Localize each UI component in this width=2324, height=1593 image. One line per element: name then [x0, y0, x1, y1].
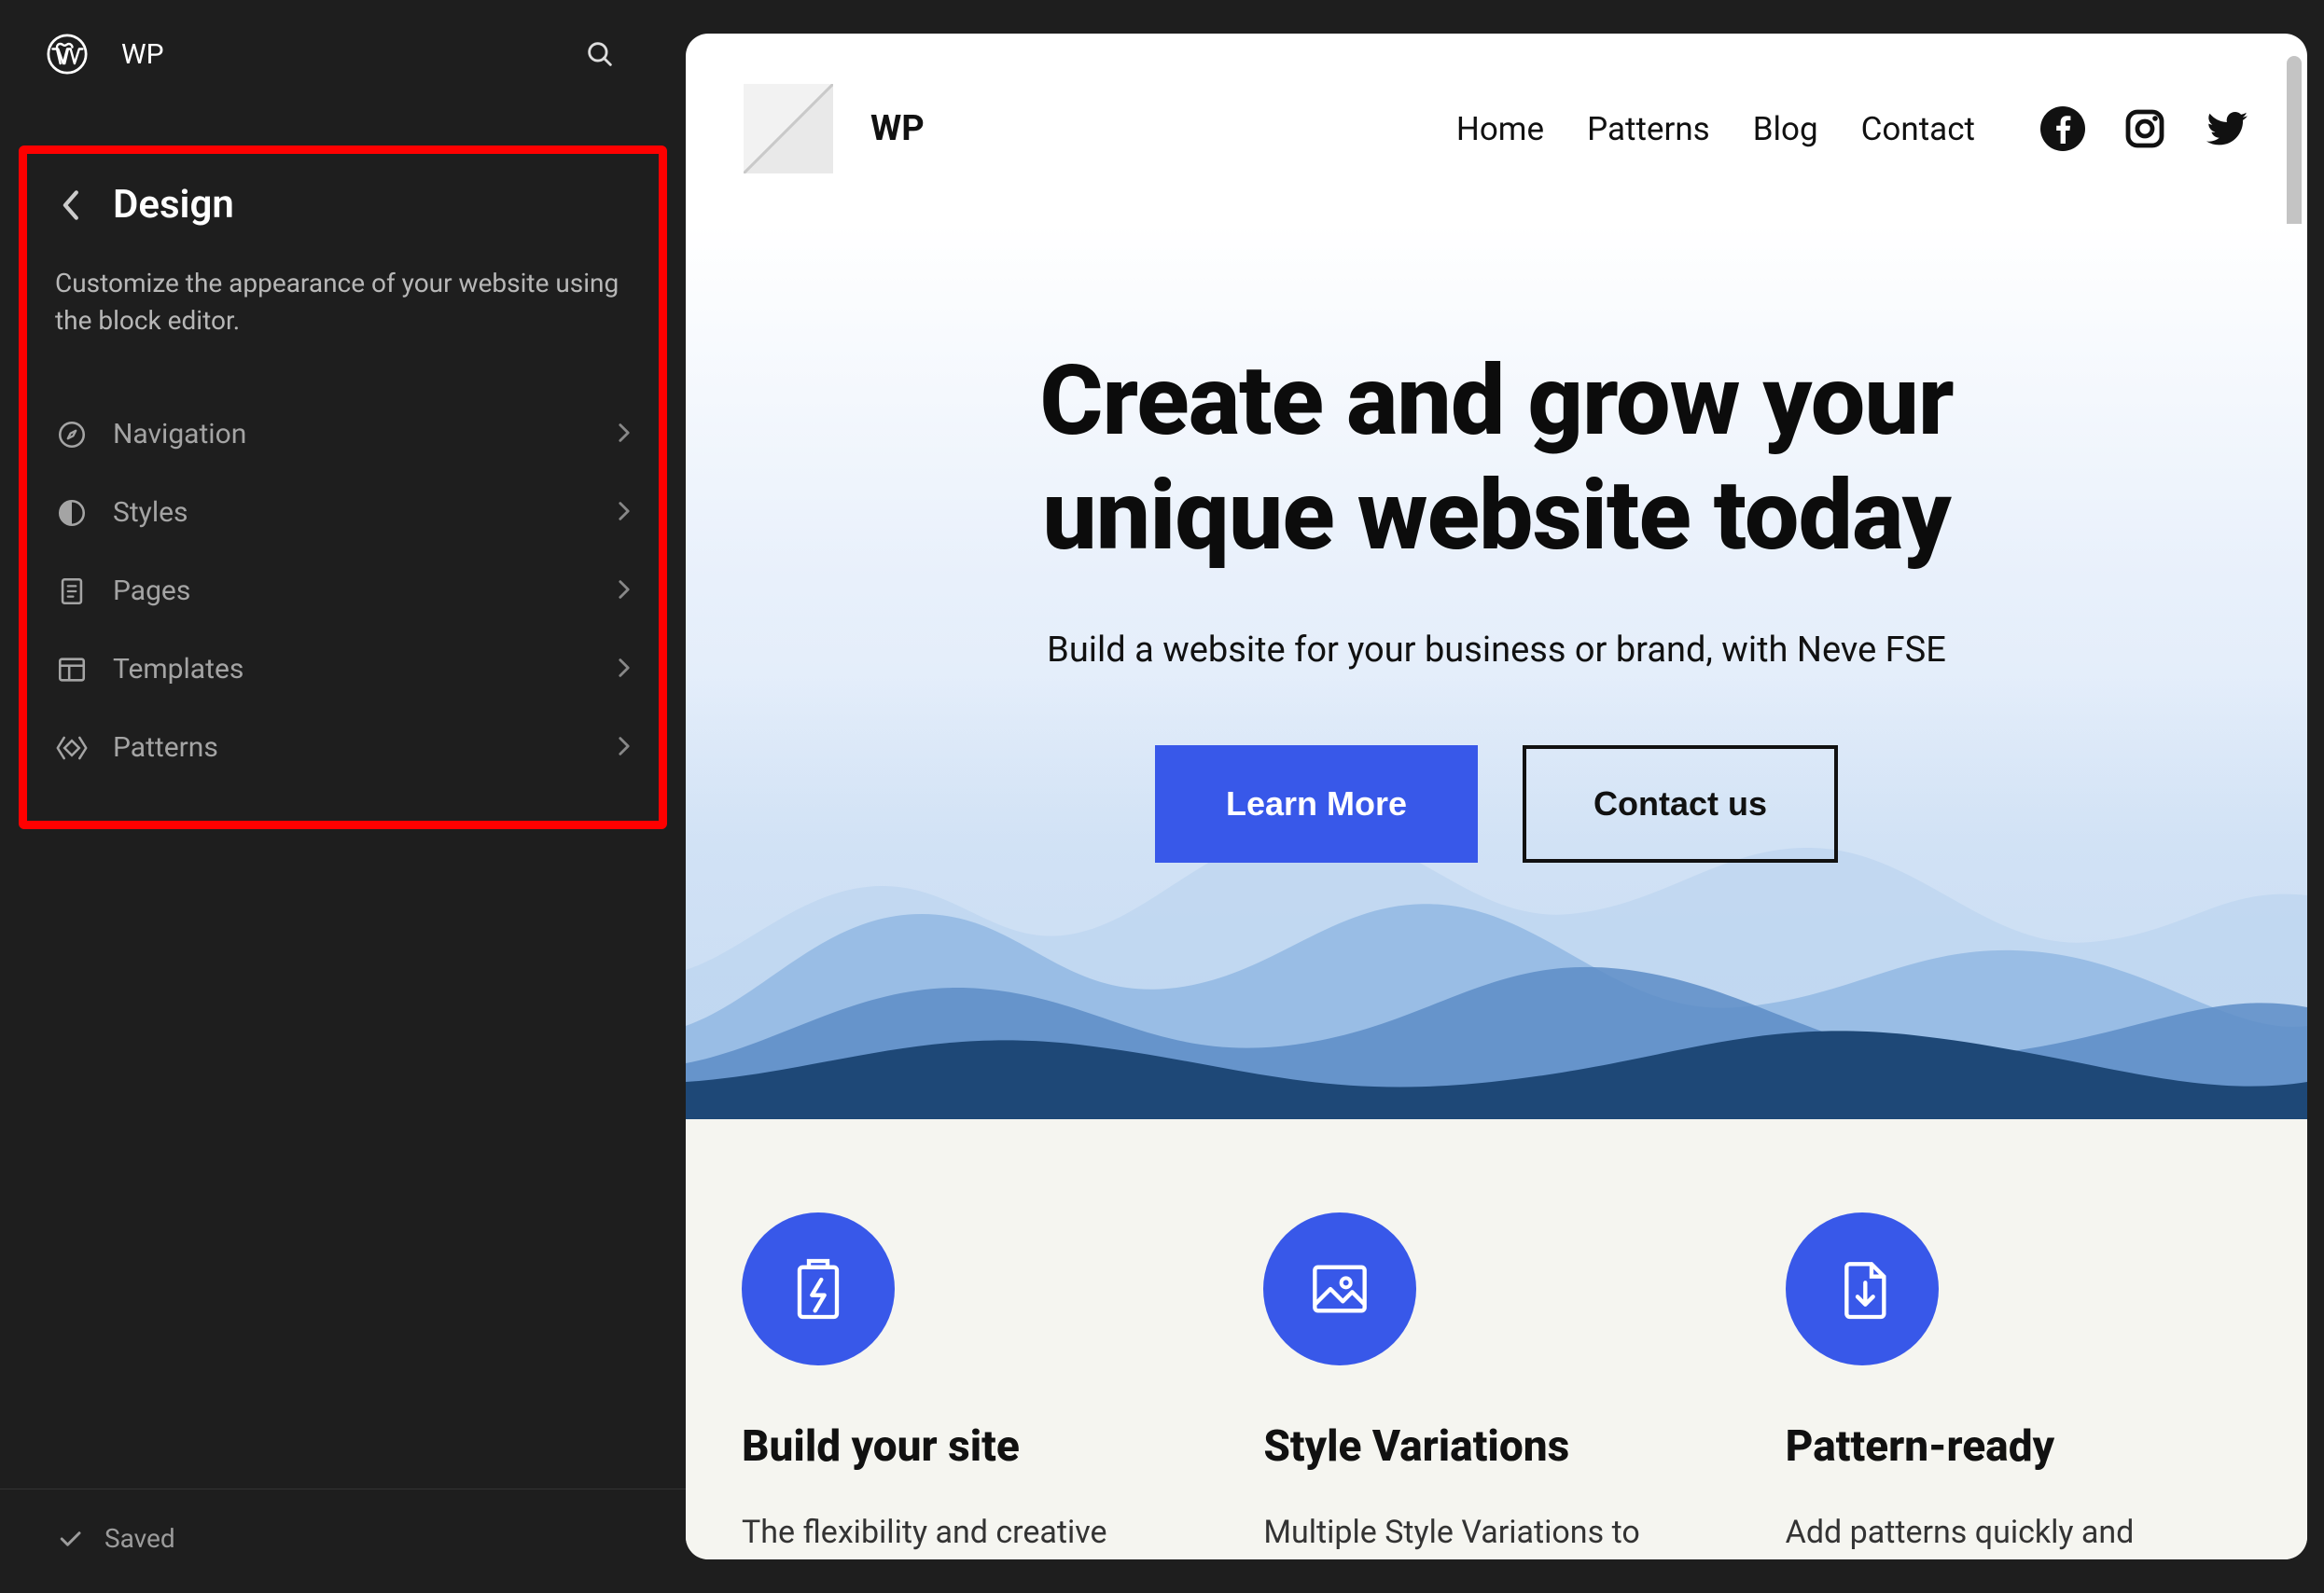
- chevron-right-icon: [618, 500, 631, 526]
- image-icon: [1263, 1212, 1416, 1365]
- chevron-right-icon: [618, 657, 631, 683]
- hero-headline: Create and grow your unique website toda…: [686, 345, 2307, 574]
- cta-learn-more[interactable]: Learn More: [1155, 745, 1478, 863]
- primary-nav: Home Patterns Blog Contact: [1456, 106, 2249, 151]
- feature-desc: The flexibility and creative: [742, 1509, 1207, 1557]
- facebook-icon[interactable]: [2040, 106, 2085, 151]
- feature-patterns: Pattern-ready Add patterns quickly and: [1786, 1212, 2251, 1557]
- feature-title: Build your site: [742, 1421, 1207, 1472]
- hero-headline-line2: unique website today: [1042, 460, 1951, 573]
- sidebar-header: WP: [0, 0, 686, 108]
- menu-item-pages[interactable]: Pages: [55, 552, 631, 630]
- social-icons: [2040, 106, 2249, 151]
- nav-link-home[interactable]: Home: [1456, 110, 1544, 148]
- patterns-icon: [55, 731, 89, 765]
- feature-desc: Add patterns quickly and: [1786, 1509, 2251, 1557]
- nav-link-patterns[interactable]: Patterns: [1587, 110, 1710, 148]
- download-page-icon: [1786, 1212, 1939, 1365]
- twitter-icon[interactable]: [2205, 106, 2249, 151]
- panel-header: Design: [55, 182, 631, 228]
- search-button[interactable]: [579, 34, 620, 75]
- nav-link-blog[interactable]: Blog: [1753, 110, 1818, 148]
- chevron-right-icon: [618, 422, 631, 448]
- instagram-icon[interactable]: [2122, 106, 2167, 151]
- menu-item-patterns[interactable]: Patterns: [55, 709, 631, 787]
- preview-site-title[interactable]: WP: [870, 108, 925, 149]
- menu-label: Patterns: [113, 731, 593, 764]
- layout-icon: [55, 653, 89, 686]
- hero-subhead: Build a website for your business or bra…: [686, 630, 2307, 671]
- back-button[interactable]: [55, 190, 85, 220]
- wordpress-logo-icon[interactable]: [47, 34, 88, 75]
- site-logo-placeholder[interactable]: [744, 84, 833, 173]
- hero-buttons: Learn More Contact us: [686, 745, 2307, 863]
- nav-link-contact[interactable]: Contact: [1861, 110, 1975, 148]
- menu-item-styles[interactable]: Styles: [55, 474, 631, 552]
- check-icon: [56, 1525, 84, 1553]
- chevron-left-icon: [60, 189, 80, 221]
- preview-container: WP Home Patterns Blog Contact: [686, 0, 2324, 1593]
- design-panel-highlight: Design Customize the appearance of your …: [19, 145, 667, 829]
- panel-title: Design: [113, 182, 234, 228]
- menu-label: Styles: [113, 496, 593, 529]
- menu-item-templates[interactable]: Templates: [55, 630, 631, 709]
- site-preview[interactable]: WP Home Patterns Blog Contact: [686, 34, 2307, 1559]
- menu-label: Navigation: [113, 418, 593, 450]
- feature-title: Pattern-ready: [1786, 1421, 2251, 1472]
- preview-header: WP Home Patterns Blog Contact: [686, 34, 2307, 224]
- saved-label: Saved: [104, 1523, 175, 1554]
- search-icon: [584, 38, 616, 70]
- contrast-icon: [55, 496, 89, 530]
- menu-label: Templates: [113, 653, 593, 686]
- save-status: Saved: [0, 1489, 686, 1593]
- page-icon: [55, 575, 89, 608]
- chevron-right-icon: [618, 578, 631, 604]
- editor-sidebar: WP Design Customize the appearance of yo…: [0, 0, 686, 1593]
- compass-icon: [55, 418, 89, 451]
- battery-icon: [742, 1212, 895, 1365]
- features-section: Build your site The flexibility and crea…: [686, 1119, 2307, 1559]
- menu-item-navigation[interactable]: Navigation: [55, 395, 631, 474]
- hero-section: Create and grow your unique website toda…: [686, 224, 2307, 1119]
- feature-desc: Multiple Style Variations to: [1263, 1509, 1729, 1557]
- chevron-right-icon: [618, 735, 631, 761]
- feature-styles: Style Variations Multiple Style Variatio…: [1263, 1212, 1729, 1557]
- hero-headline-line1: Create and grow your: [1039, 345, 1953, 458]
- feature-build: Build your site The flexibility and crea…: [742, 1212, 1207, 1557]
- menu-label: Pages: [113, 575, 593, 607]
- cta-contact-us[interactable]: Contact us: [1523, 745, 1838, 863]
- panel-description: Customize the appearance of your website…: [55, 265, 631, 339]
- site-name[interactable]: WP: [121, 38, 164, 71]
- feature-title: Style Variations: [1263, 1421, 1729, 1472]
